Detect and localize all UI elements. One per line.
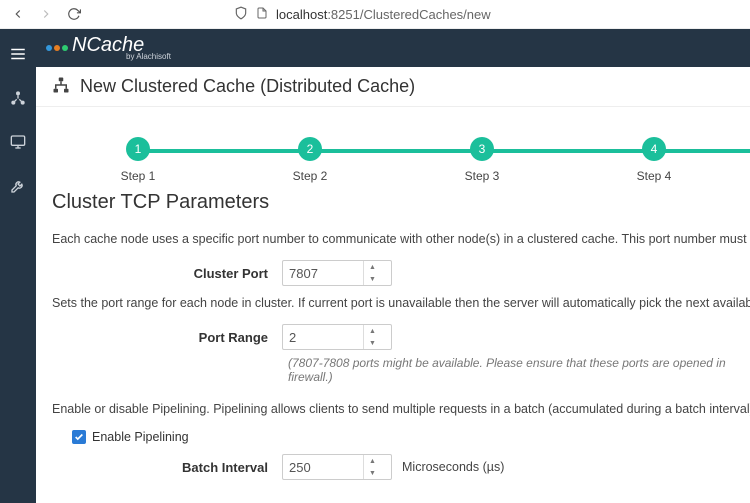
logo-dots-icon: [46, 45, 68, 51]
cluster-port-description: Each cache node uses a specific port num…: [52, 232, 750, 246]
url-port: :8251: [327, 7, 360, 22]
step-3[interactable]: 3 Step 3: [396, 137, 568, 183]
sitemap-icon: [52, 76, 70, 97]
batch-interval-label: Batch Interval: [52, 460, 282, 475]
menu-toggle[interactable]: [0, 35, 36, 73]
page-title-bar: New Clustered Cache (Distributed Cache): [36, 67, 750, 107]
step-number: 2: [298, 137, 322, 161]
step-label: Step 3: [465, 169, 500, 183]
sidebar-item-monitor[interactable]: [0, 123, 36, 161]
sidebar-item-cluster[interactable]: [0, 79, 36, 117]
url-path: /ClusteredCaches/new: [360, 7, 491, 22]
section-title: Cluster TCP Parameters: [52, 191, 750, 214]
cluster-port-field[interactable]: [283, 266, 363, 281]
page-icon: [256, 6, 268, 23]
address-bar[interactable]: localhost:8251/ClusteredCaches/new: [234, 6, 491, 23]
back-button[interactable]: [10, 6, 26, 22]
reload-button[interactable]: [66, 6, 82, 22]
step-label: Step 1: [121, 169, 156, 183]
port-range-description: Sets the port range for each node in clu…: [52, 296, 750, 310]
left-sidebar: [0, 29, 36, 503]
spin-down-icon[interactable]: ▼: [364, 273, 381, 285]
spin-up-icon[interactable]: ▲: [364, 455, 381, 467]
port-range-field[interactable]: [283, 330, 363, 345]
enable-pipelining-row: Enable Pipelining: [72, 430, 750, 444]
step-2[interactable]: 2 Step 2: [224, 137, 396, 183]
enable-pipelining-checkbox[interactable]: [72, 430, 86, 444]
step-number: 1: [126, 137, 150, 161]
batch-interval-row: Batch Interval ▲ ▼ Microseconds (µs): [52, 454, 750, 480]
sidebar-item-tools[interactable]: [0, 167, 36, 205]
cluster-port-input[interactable]: ▲ ▼: [282, 260, 392, 286]
port-range-label: Port Range: [52, 330, 282, 345]
wizard-stepper: 1 Step 1 2 Step 2 3 Step 3 4 Step 4: [52, 137, 750, 183]
pipelining-description: Enable or disable Pipelining. Pipelining…: [52, 402, 750, 416]
main-area: NCache by Alachisoft New Clustered Cache…: [36, 29, 750, 503]
brand-logo: NCache by Alachisoft: [46, 35, 171, 61]
content: 1 Step 1 2 Step 2 3 Step 3 4 Step 4: [36, 107, 750, 486]
batch-interval-input[interactable]: ▲ ▼: [282, 454, 392, 480]
brand-byline: by Alachisoft: [126, 53, 171, 61]
shield-icon: [234, 6, 248, 23]
step-number: 4: [642, 137, 666, 161]
spin-up-icon[interactable]: ▲: [364, 325, 381, 337]
browser-toolbar: localhost:8251/ClusteredCaches/new: [0, 0, 750, 29]
batch-interval-unit: Microseconds (µs): [402, 460, 504, 474]
step-4[interactable]: 4 Step 4: [568, 137, 740, 183]
step-label: Step 4: [637, 169, 672, 183]
brand-bar: NCache by Alachisoft: [36, 29, 750, 67]
port-range-hint: (7807-7808 ports might be available. Ple…: [288, 356, 750, 384]
cluster-port-row: Cluster Port ▲ ▼: [52, 260, 750, 286]
step-1[interactable]: 1 Step 1: [52, 137, 224, 183]
spin-down-icon[interactable]: ▼: [364, 467, 381, 479]
forward-button[interactable]: [38, 6, 54, 22]
cluster-port-label: Cluster Port: [52, 266, 282, 281]
enable-pipelining-label: Enable Pipelining: [92, 430, 189, 444]
port-range-input[interactable]: ▲ ▼: [282, 324, 392, 350]
spin-down-icon[interactable]: ▼: [364, 337, 381, 349]
spin-up-icon[interactable]: ▲: [364, 261, 381, 273]
url-text: localhost:8251/ClusteredCaches/new: [276, 7, 491, 22]
step-number: 3: [470, 137, 494, 161]
page-title: New Clustered Cache (Distributed Cache): [80, 76, 415, 97]
step-label: Step 2: [293, 169, 328, 183]
url-host: localhost: [276, 7, 327, 22]
batch-interval-field[interactable]: [283, 460, 363, 475]
port-range-row: Port Range ▲ ▼: [52, 324, 750, 350]
